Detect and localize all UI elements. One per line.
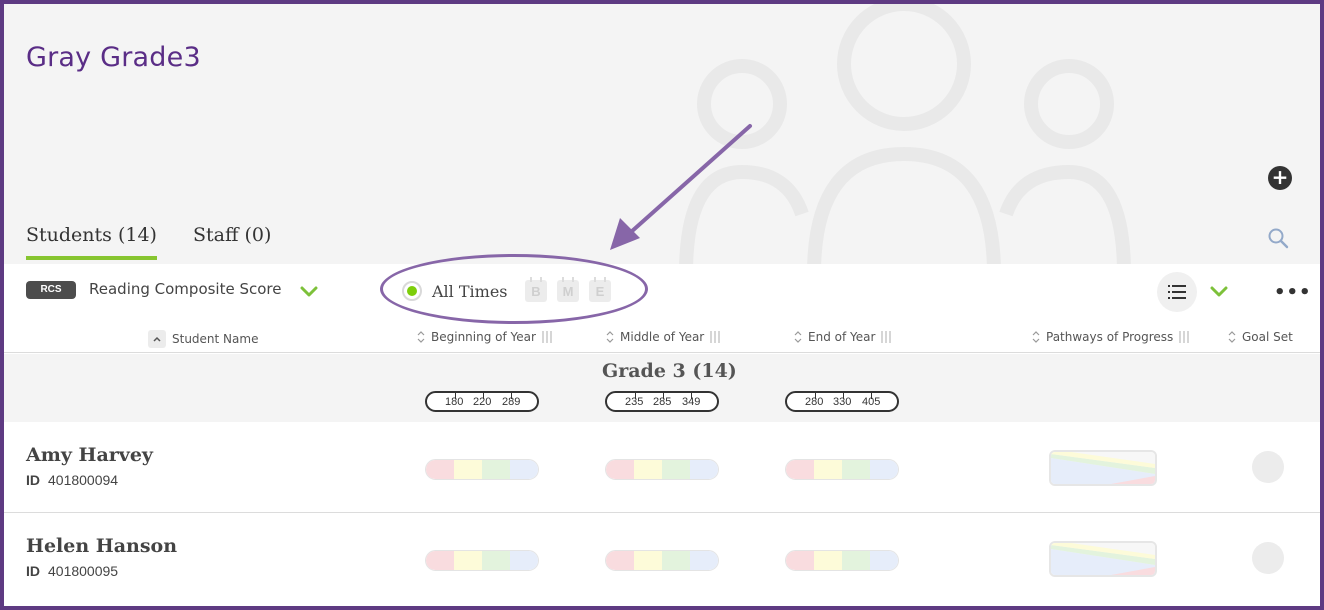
filter-sliders-icon bbox=[1179, 331, 1189, 343]
annotation-ellipse bbox=[380, 254, 648, 324]
sort-icon bbox=[1228, 331, 1236, 343]
measure-selector-label[interactable]: Reading Composite Score bbox=[89, 280, 282, 298]
goal-set-indicator[interactable] bbox=[1252, 451, 1284, 483]
tab-staff[interactable]: Staff (0) bbox=[193, 224, 271, 260]
filter-sliders-icon bbox=[710, 331, 720, 343]
student-id: ID 401800094 bbox=[26, 472, 118, 488]
table-row[interactable]: Helen Hanson ID 401800095 bbox=[4, 513, 1320, 603]
tab-students[interactable]: Students (14) bbox=[26, 224, 157, 260]
column-label: Pathways of Progress bbox=[1046, 330, 1174, 344]
range-value: 349 bbox=[682, 396, 701, 408]
class-title: Gray Grade3 bbox=[26, 42, 201, 73]
roster-tabs: Students (14) Staff (0) bbox=[26, 224, 307, 260]
range-value: 285 bbox=[653, 396, 672, 408]
student-name[interactable]: Helen Hanson bbox=[26, 535, 177, 557]
more-horizontal-icon[interactable]: ••• bbox=[1274, 282, 1312, 303]
pathways-chart[interactable] bbox=[1049, 541, 1157, 577]
sort-icon bbox=[148, 330, 166, 348]
score-bar-boy[interactable] bbox=[425, 550, 539, 571]
column-label: Beginning of Year bbox=[431, 330, 536, 344]
people-group-icon bbox=[679, 4, 1131, 264]
student-id-value: 401800094 bbox=[48, 472, 119, 488]
sort-icon bbox=[1032, 331, 1040, 343]
range-value: 235 bbox=[625, 396, 644, 408]
annotation-arrow bbox=[610, 124, 752, 250]
measure-toolbar: RCS Reading Composite Score All Times B … bbox=[4, 264, 1320, 322]
column-end-of-year[interactable]: End of Year bbox=[794, 330, 892, 344]
column-label: Student Name bbox=[172, 332, 259, 346]
column-pathways-of-progress[interactable]: Pathways of Progress bbox=[1032, 330, 1190, 344]
score-bar-moy[interactable] bbox=[605, 459, 719, 480]
range-value: 405 bbox=[862, 396, 881, 408]
score-bar-eoy[interactable] bbox=[785, 550, 899, 571]
sort-icon bbox=[417, 331, 425, 343]
score-bar-boy[interactable] bbox=[425, 459, 539, 480]
measure-badge: RCS bbox=[26, 281, 76, 299]
student-name[interactable]: Amy Harvey bbox=[26, 444, 153, 466]
student-id-label: ID bbox=[26, 472, 40, 488]
range-value: 280 bbox=[805, 396, 824, 408]
divider bbox=[4, 352, 1320, 353]
filter-sliders-icon bbox=[542, 331, 552, 343]
grade-group-header: Grade 3 (14) 180 220 289 235 285 349 280… bbox=[4, 354, 1320, 422]
list-icon bbox=[1168, 285, 1186, 299]
student-id-value: 401800095 bbox=[48, 563, 119, 579]
score-bar-eoy[interactable] bbox=[785, 459, 899, 480]
list-view-button[interactable] bbox=[1157, 272, 1197, 312]
sort-icon bbox=[794, 331, 802, 343]
benchmark-range-moy: 235 285 349 bbox=[605, 391, 719, 412]
student-id-label: ID bbox=[26, 563, 40, 579]
grade-group-title: Grade 3 (14) bbox=[602, 360, 737, 382]
column-label: Goal Set bbox=[1242, 330, 1293, 344]
filter-sliders-icon bbox=[881, 331, 892, 343]
column-middle-of-year[interactable]: Middle of Year bbox=[606, 330, 721, 344]
score-bar-moy[interactable] bbox=[605, 550, 719, 571]
column-beginning-of-year[interactable]: Beginning of Year bbox=[417, 330, 553, 344]
range-value: 180 bbox=[445, 396, 464, 408]
pathways-chart[interactable] bbox=[1049, 450, 1157, 486]
column-label: Middle of Year bbox=[620, 330, 705, 344]
column-label: End of Year bbox=[808, 330, 876, 344]
chevron-down-icon[interactable] bbox=[300, 286, 318, 298]
add-student-button[interactable]: + bbox=[1268, 166, 1292, 190]
chevron-down-icon[interactable] bbox=[1210, 286, 1228, 298]
table-row[interactable]: Amy Harvey ID 401800094 bbox=[4, 422, 1320, 512]
column-student-name[interactable]: Student Name bbox=[148, 330, 258, 348]
benchmark-range-boy: 180 220 289 bbox=[425, 391, 539, 412]
goal-set-indicator[interactable] bbox=[1252, 542, 1284, 574]
range-value: 330 bbox=[833, 396, 852, 408]
sort-icon bbox=[606, 331, 614, 343]
search-icon[interactable] bbox=[1266, 226, 1290, 250]
column-goal-set[interactable]: Goal Set bbox=[1228, 330, 1293, 344]
range-value: 289 bbox=[502, 396, 521, 408]
benchmark-range-eoy: 280 330 405 bbox=[785, 391, 899, 412]
plus-circle-icon: + bbox=[1271, 165, 1289, 189]
student-id: ID 401800095 bbox=[26, 563, 118, 579]
range-value: 220 bbox=[473, 396, 492, 408]
page-frame: Gray Grade3 + Students (14) Staff (0) RC… bbox=[0, 0, 1324, 610]
